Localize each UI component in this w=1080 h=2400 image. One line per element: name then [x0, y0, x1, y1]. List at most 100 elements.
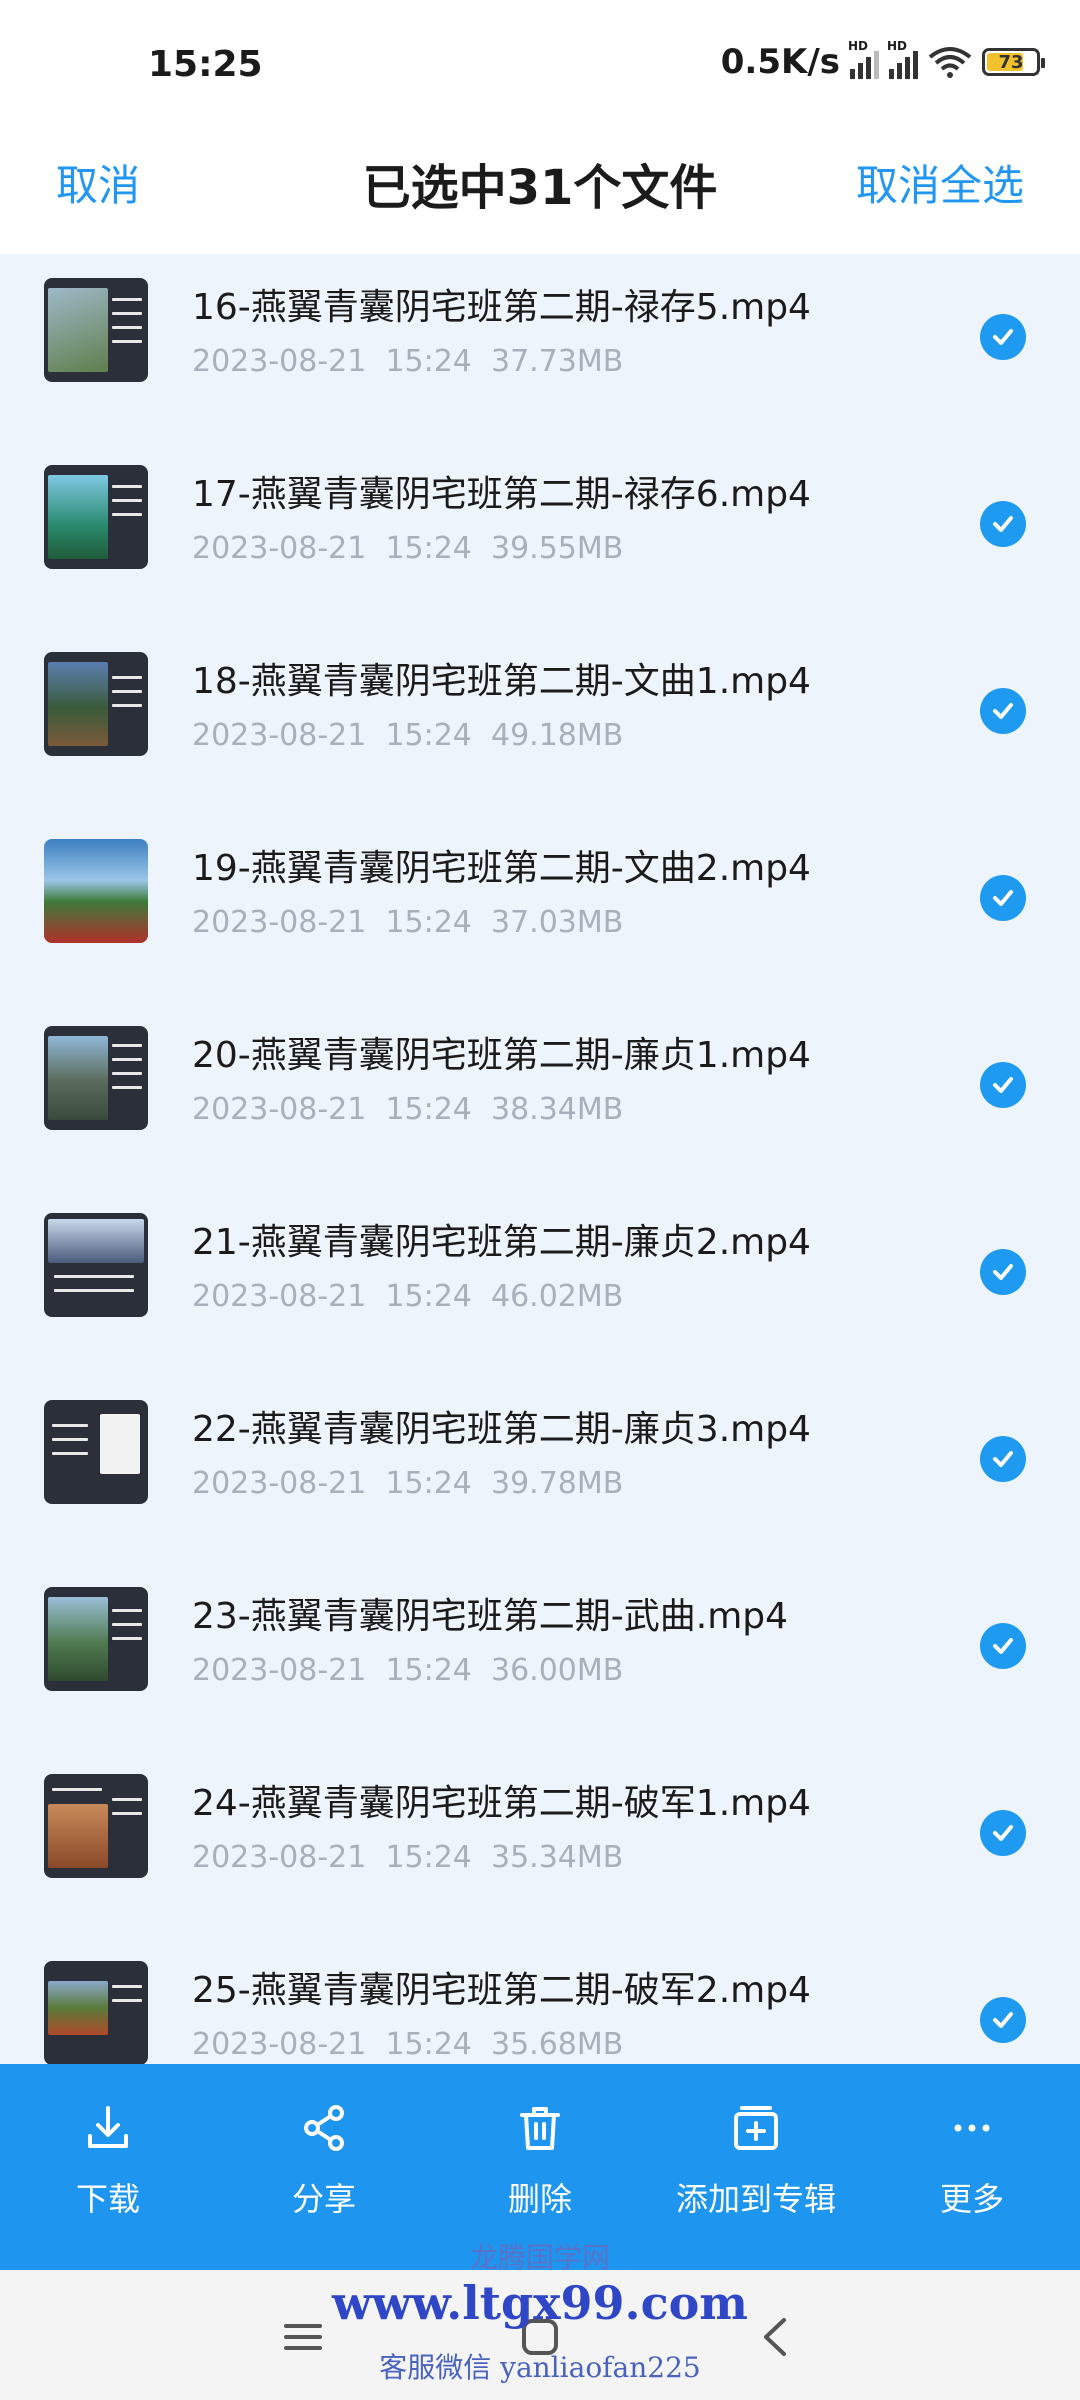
check-icon — [993, 2012, 1013, 2028]
file-size: 49.18MB — [490, 718, 624, 753]
file-date: 2023-08-21 — [192, 1279, 367, 1314]
watermark-site-name: 龙腾国学网 — [469, 2241, 610, 2274]
file-date: 2023-08-21 — [192, 1653, 367, 1688]
file-row[interactable]: 21-燕翼青囊阴宅班第二期-廉贞2.mp4 2023-08-21 15:24 4… — [0, 1189, 1080, 1376]
wifi-icon — [928, 47, 972, 78]
hd-label-2: HD — [887, 39, 908, 53]
file-size: 46.02MB — [490, 1279, 624, 1314]
selection-header: 取消 已选中31个文件 取消全选 — [0, 130, 1080, 254]
file-time: 15:24 — [385, 1466, 472, 1501]
network-speed: 0.5K/s — [720, 42, 840, 82]
file-meta: 2023-08-21 15:24 39.55MB — [192, 531, 623, 566]
deselect-all-button[interactable]: 取消全选 — [856, 152, 1024, 213]
selected-checkbox[interactable] — [980, 688, 1026, 734]
video-thumbnail — [44, 1961, 148, 2064]
delete-label: 删除 — [507, 2180, 572, 2218]
file-row[interactable]: 25-燕翼青囊阴宅班第二期-破军2.mp4 2023-08-21 15:24 3… — [0, 1937, 1080, 2064]
file-row[interactable]: 24-燕翼青囊阴宅班第二期-破军1.mp4 2023-08-21 15:24 3… — [0, 1750, 1080, 1937]
file-meta: 2023-08-21 15:24 49.18MB — [192, 718, 623, 753]
selected-checkbox[interactable] — [980, 1623, 1026, 1669]
file-date: 2023-08-21 — [192, 1466, 367, 1501]
file-name: 18-燕翼青囊阴宅班第二期-文曲1.mp4 — [192, 661, 811, 702]
selected-checkbox[interactable] — [980, 314, 1026, 360]
file-time: 15:24 — [385, 718, 472, 753]
battery-icon: 73 — [982, 48, 1045, 76]
check-icon — [993, 1825, 1013, 1841]
video-thumbnail — [44, 839, 148, 943]
file-size: 35.34MB — [490, 1840, 624, 1875]
selected-checkbox[interactable] — [980, 501, 1026, 547]
file-date: 2023-08-21 — [192, 2027, 367, 2062]
file-meta: 2023-08-21 15:24 35.68MB — [192, 2027, 623, 2062]
file-time: 15:24 — [385, 344, 472, 379]
video-thumbnail — [44, 1400, 148, 1504]
file-time: 15:24 — [385, 1653, 472, 1688]
file-row[interactable]: 17-燕翼青囊阴宅班第二期-禄存6.mp4 2023-08-21 15:24 3… — [0, 441, 1080, 628]
file-name: 22-燕翼青囊阴宅班第二期-廉贞3.mp4 — [192, 1409, 811, 1450]
share-icon — [304, 2105, 344, 2151]
file-time: 15:24 — [385, 531, 472, 566]
check-icon — [993, 329, 1013, 345]
status-time: 15:25 — [148, 44, 263, 85]
video-thumbnail — [44, 1587, 148, 1691]
file-date: 2023-08-21 — [192, 344, 367, 379]
file-time: 15:24 — [385, 905, 472, 940]
video-thumbnail — [44, 278, 148, 382]
selected-checkbox[interactable] — [980, 1810, 1026, 1856]
check-icon — [993, 1264, 1013, 1280]
add-to-album-icon — [734, 2106, 778, 2150]
file-meta: 2023-08-21 15:24 35.34MB — [192, 1840, 623, 1875]
file-time: 15:24 — [385, 1092, 472, 1127]
status-bar: 15:25 0.5K/s HD HD 73 — [0, 0, 1080, 130]
share-label: 分享 — [291, 2180, 356, 2218]
file-meta: 2023-08-21 15:24 36.00MB — [192, 1653, 623, 1688]
file-size: 38.34MB — [490, 1092, 624, 1127]
file-size: 36.00MB — [490, 1653, 624, 1688]
file-date: 2023-08-21 — [192, 1092, 367, 1127]
video-thumbnail — [44, 1213, 148, 1317]
hd-label: HD — [848, 39, 869, 53]
file-time: 15:24 — [385, 1279, 472, 1314]
trash-icon — [520, 2107, 560, 2150]
file-row[interactable]: 23-燕翼青囊阴宅班第二期-武曲.mp4 2023-08-21 15:24 36… — [0, 1563, 1080, 1750]
check-icon — [993, 703, 1013, 719]
selected-checkbox[interactable] — [980, 1436, 1026, 1482]
signal-icon-2: HD — [887, 39, 918, 79]
video-thumbnail — [44, 1026, 148, 1130]
file-size: 37.03MB — [490, 905, 624, 940]
file-name: 16-燕翼青囊阴宅班第二期-禄存5.mp4 — [192, 287, 811, 328]
file-date: 2023-08-21 — [192, 1840, 367, 1875]
more-icon — [954, 2124, 990, 2132]
file-meta: 2023-08-21 15:24 46.02MB — [192, 1279, 623, 1314]
add-to-album-label: 添加到专辑 — [675, 2180, 836, 2218]
status-icons: 0.5K/s HD HD 73 — [720, 39, 1045, 82]
download-label: 下载 — [75, 2180, 140, 2218]
video-thumbnail — [44, 652, 148, 756]
file-size: 39.78MB — [490, 1466, 624, 1501]
selected-checkbox[interactable] — [980, 875, 1026, 921]
file-size: 35.68MB — [490, 2027, 624, 2062]
file-list: 16-燕翼青囊阴宅班第二期-禄存5.mp4 2023-08-21 15:24 3… — [0, 254, 1080, 2064]
check-icon — [993, 1451, 1013, 1467]
file-date: 2023-08-21 — [192, 905, 367, 940]
file-meta: 2023-08-21 15:24 39.78MB — [192, 1466, 623, 1501]
selected-checkbox[interactable] — [980, 1249, 1026, 1295]
file-date: 2023-08-21 — [192, 718, 367, 753]
file-name: 24-燕翼青囊阴宅班第二期-破军1.mp4 — [192, 1783, 811, 1824]
file-row[interactable]: 18-燕翼青囊阴宅班第二期-文曲1.mp4 2023-08-21 15:24 4… — [0, 628, 1080, 815]
selected-checkbox[interactable] — [980, 1997, 1026, 2043]
file-row[interactable]: 19-燕翼青囊阴宅班第二期-文曲2.mp4 2023-08-21 15:24 3… — [0, 815, 1080, 1002]
file-name: 20-燕翼青囊阴宅班第二期-廉贞1.mp4 — [192, 1035, 811, 1076]
file-name: 21-燕翼青囊阴宅班第二期-廉贞2.mp4 — [192, 1222, 811, 1263]
file-row[interactable]: 16-燕翼青囊阴宅班第二期-禄存5.mp4 2023-08-21 15:24 3… — [0, 254, 1080, 441]
download-icon — [88, 2106, 128, 2148]
file-name: 19-燕翼青囊阴宅班第二期-文曲2.mp4 — [192, 848, 811, 889]
file-row[interactable]: 22-燕翼青囊阴宅班第二期-廉贞3.mp4 2023-08-21 15:24 3… — [0, 1376, 1080, 1563]
file-row[interactable]: 20-燕翼青囊阴宅班第二期-廉贞1.mp4 2023-08-21 15:24 3… — [0, 1002, 1080, 1189]
file-date: 2023-08-21 — [192, 531, 367, 566]
more-label: 更多 — [939, 2180, 1004, 2218]
selected-checkbox[interactable] — [980, 1062, 1026, 1108]
signal-icon: HD — [848, 39, 879, 79]
video-thumbnail — [44, 1774, 148, 1878]
file-meta: 2023-08-21 15:24 37.03MB — [192, 905, 623, 940]
